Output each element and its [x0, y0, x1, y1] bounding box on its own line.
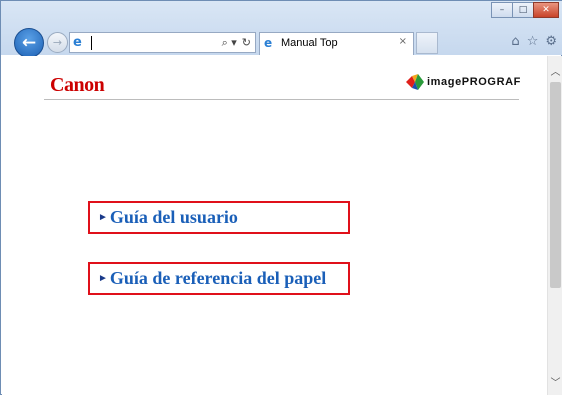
back-button[interactable]: ← — [14, 28, 44, 58]
vertical-scrollbar[interactable]: ︿ ﹀ — [547, 56, 562, 395]
brand-text: imagePROGRAF — [427, 76, 521, 88]
browser-right-tools: ⌂ ☆ ⚙ — [511, 34, 557, 49]
window-controls: – □ ✕ — [491, 2, 559, 18]
text-cursor — [91, 36, 92, 50]
scroll-up-icon[interactable]: ︿ — [548, 60, 562, 80]
browser-window: – □ ✕ ← → e ⌕ ▾ ↻ e Manual Top × ⌂ ☆ ⚙ C… — [0, 0, 562, 395]
imageprograf-logo-icon — [406, 74, 424, 90]
close-button[interactable]: ✕ — [533, 2, 559, 18]
scroll-down-icon[interactable]: ﹀ — [548, 371, 562, 391]
address-bar[interactable]: e ⌕ ▾ ↻ — [69, 32, 256, 53]
header-divider — [44, 99, 519, 100]
tab-close-icon[interactable]: × — [399, 36, 407, 47]
internet-explorer-icon: e — [73, 35, 82, 50]
paper-reference-guide-link-label: Guía de referencia del papel — [109, 268, 327, 288]
tab-manual-top[interactable]: e Manual Top × — [259, 32, 414, 55]
search-dropdown-icon[interactable]: ⌕ ▾ — [222, 35, 237, 50]
new-tab-button[interactable] — [416, 32, 438, 54]
users-guide-link-label: Guía del usuario — [109, 207, 238, 227]
users-guide-link[interactable]: ► Guía del usuario — [88, 201, 350, 234]
forward-button[interactable]: → — [47, 32, 68, 53]
tab-title: Manual Top — [281, 37, 338, 49]
address-tools: ⌕ ▾ ↻ — [222, 35, 251, 50]
imageprograf-brand: imagePROGRAF — [406, 74, 521, 90]
minimize-button[interactable]: – — [491, 2, 513, 18]
internet-explorer-icon: e — [264, 36, 273, 50]
canon-logo: Canon — [50, 74, 105, 96]
paper-reference-guide-link[interactable]: ► Guía de referencia del papel — [88, 262, 350, 295]
page-viewport: Canon imagePROGRAF ► Guía del usuario ► … — [2, 56, 547, 395]
scrollbar-thumb[interactable] — [550, 82, 561, 288]
back-arrow-icon: ← — [21, 33, 37, 53]
maximize-button[interactable]: □ — [512, 2, 534, 18]
bullet-arrow-icon: ► — [98, 273, 108, 284]
star-icon[interactable]: ☆ — [527, 34, 539, 49]
browser-toolbar: – □ ✕ ← → e ⌕ ▾ ↻ e Manual Top × ⌂ ☆ ⚙ — [1, 1, 562, 58]
forward-arrow-icon: → — [52, 36, 63, 49]
home-icon[interactable]: ⌂ — [511, 34, 519, 49]
refresh-icon[interactable]: ↻ — [242, 35, 251, 50]
bullet-arrow-icon: ► — [98, 212, 108, 223]
gear-icon[interactable]: ⚙ — [545, 34, 557, 49]
